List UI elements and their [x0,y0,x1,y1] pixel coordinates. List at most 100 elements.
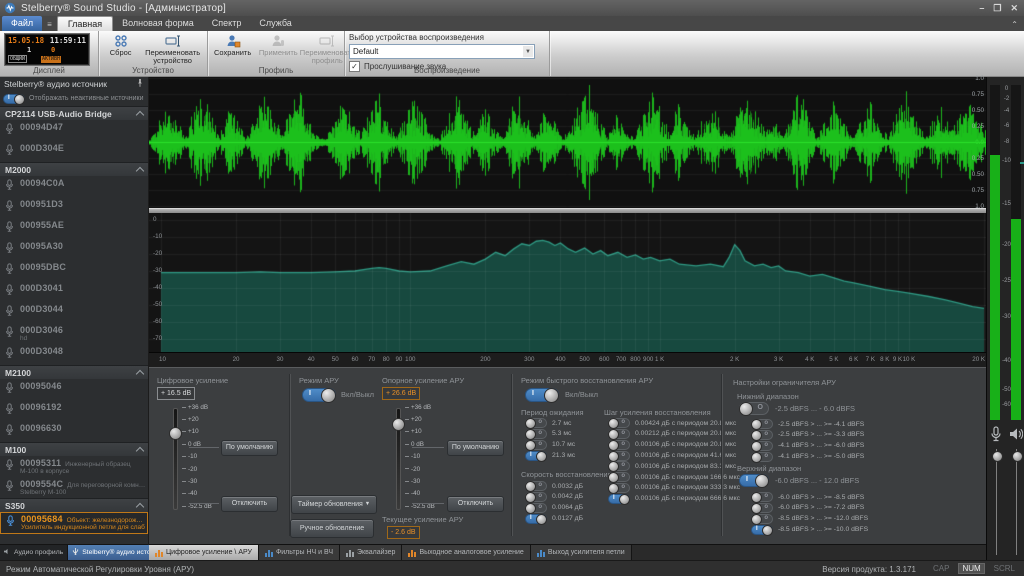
source-item[interactable]: 000D304E [0,141,148,162]
microphone-icon [4,325,16,343]
limiter-high-option-toggle[interactable] [751,503,773,513]
wait-period-option: 5.3 мс [525,429,575,440]
recovery-step-option-toggle[interactable] [608,494,630,504]
processing-tab[interactable]: Фильтры НЧ и ВЧ [259,545,340,560]
recovery-step-option-toggle[interactable] [608,461,630,471]
speaker-volume-icon[interactable] [1009,426,1023,442]
tab-audio-profile[interactable]: Аудио профиль [0,545,68,560]
minimize-icon[interactable]: – [979,3,984,13]
quick-menu-icon[interactable]: ≡ [42,20,57,31]
wait-period-option-toggle[interactable] [525,451,547,461]
source-item[interactable]: 000955AE [0,218,148,239]
limiter-low-option-toggle[interactable] [751,452,773,462]
source-item[interactable]: 00095684Объект: железнодорожная...Усилит… [0,512,148,534]
ref-gain-slider[interactable] [396,408,401,510]
source-item[interactable]: 00095A30 [0,239,148,260]
limiter-high-option-toggle[interactable] [751,492,773,502]
fast-recovery-toggle[interactable] [525,388,559,402]
recovery-step-option-toggle[interactable] [608,483,630,493]
source-item[interactable]: 00094D47 [0,120,148,141]
close-icon[interactable]: ✕ [1010,3,1018,13]
source-item[interactable]: 000D3044 [0,302,148,323]
sidebar-group-header[interactable]: CP2114 USB-Audio Bridge [0,106,148,120]
ref-gain-knob[interactable] [392,418,405,431]
source-item[interactable]: 00095046 [0,379,148,400]
source-item[interactable]: 00094C0A [0,176,148,197]
processing-tab[interactable]: Выход усилителя петли [531,545,632,560]
recovery-speed-option-toggle[interactable] [525,492,547,502]
slider-tick-label: +10 [182,428,212,435]
source-item[interactable]: 00095311Инженерный образецМ-100 в корпус… [0,456,148,477]
save-profile-button[interactable]: Сохранить [212,33,253,58]
reset-button[interactable]: Сброс [103,33,138,58]
limiter-low-toggle[interactable] [739,402,769,415]
recovery-speed-option-toggle[interactable] [525,503,547,513]
recovery-step-option-toggle[interactable] [608,418,630,428]
speaker-volume-knob[interactable] [1012,451,1023,462]
update-timer-button[interactable]: Таймер обновления ▼ [291,495,377,514]
mic-volume-slider[interactable] [996,449,997,555]
recovery-speed-option-toggle[interactable] [525,481,547,491]
wait-period-option-toggle[interactable] [525,418,547,428]
ref-gain-off-button[interactable]: Отключить [447,496,504,512]
tab-spectrum[interactable]: Спектр [203,16,251,31]
speaker-volume-slider[interactable] [1016,449,1017,555]
ref-gain-default-button[interactable]: По умолчанию [447,440,504,456]
tab-waveform[interactable]: Волновая форма [113,16,203,31]
processing-tab[interactable]: Эквалайзер [340,545,402,560]
manual-update-button[interactable]: Ручное обновление [290,519,374,538]
source-item[interactable]: 00095DBC [0,260,148,281]
save-profile-icon [225,34,241,48]
limiter-high-option-toggle[interactable] [751,525,773,535]
recovery-step-option-toggle[interactable] [608,429,630,439]
recovery-step-option-toggle[interactable] [608,472,630,482]
apply-profile-button[interactable]: Применить [257,33,299,58]
digital-gain-default-button[interactable]: По умолчанию [221,440,278,456]
frequency-tick-label: 20 [233,356,240,363]
tab-main[interactable]: Главная [57,16,113,31]
source-item[interactable]: 000951D3 [0,197,148,218]
ribbon-collapse-icon[interactable]: ⌃ [1011,20,1018,29]
wait-period-option-toggle[interactable] [525,440,547,450]
sidebar-group-header[interactable]: M2000 [0,162,148,176]
recovery-speed-option: 0.0032 дБ [525,481,583,492]
limiter-low-option-toggle[interactable] [751,441,773,451]
app-window: Stelberry® Sound Studio - [Администратор… [0,0,1024,576]
source-item[interactable]: 00096630 [0,421,148,442]
digital-gain-off-button[interactable]: Отключить [221,496,278,512]
agc-mode-toggle[interactable] [302,388,336,402]
recovery-step-option-toggle[interactable] [608,440,630,450]
limiter-high-option-toggle[interactable] [751,514,773,524]
wait-period-option-toggle[interactable] [525,429,547,439]
sidebar-group-header[interactable]: M2100 [0,365,148,379]
rename-device-button[interactable]: Переименовать устройство [142,33,203,66]
waveform-axis-label: 1.0 [975,75,984,82]
tab-service[interactable]: Служба [250,16,300,31]
playback-device-select[interactable]: Default ▼ [349,44,535,59]
restore-icon[interactable]: ❐ [993,3,1001,13]
microphone-volume-icon[interactable] [989,426,1003,442]
source-item[interactable]: 000D3046hd [0,323,148,344]
limiter-high-toggle[interactable] [739,474,769,487]
pin-icon[interactable] [136,79,144,89]
meter-scale-label: -4 [999,108,1014,114]
show-inactive-toggle[interactable] [3,94,25,104]
limiter-low-option-toggle[interactable] [751,419,773,429]
limiter-low-option-toggle[interactable] [751,430,773,440]
digital-gain-slider[interactable] [173,408,178,510]
recovery-speed-option-toggle[interactable] [525,514,547,524]
sidebar-group-header[interactable]: M100 [0,442,148,456]
processing-tab[interactable]: Цифровое усиление \ АРУ [149,545,259,560]
sidebar-group-name: S350 [5,501,25,511]
source-item[interactable]: 000D3041 [0,281,148,302]
sidebar-group-header[interactable]: S350 [0,498,148,512]
dropdown-arrow-icon: ▼ [365,501,370,507]
processing-tab[interactable]: Выходное аналоговое усиление [402,545,530,560]
digital-gain-knob[interactable] [169,427,182,440]
tab-file[interactable]: Файл [2,16,42,31]
source-item[interactable]: 00096192 [0,400,148,421]
mic-volume-knob[interactable] [992,451,1003,462]
source-item[interactable]: 000D3048 [0,344,148,365]
recovery-step-option-toggle[interactable] [608,451,630,461]
source-item[interactable]: 0009554CДля переговорной комнаты...Stelb… [0,477,148,498]
